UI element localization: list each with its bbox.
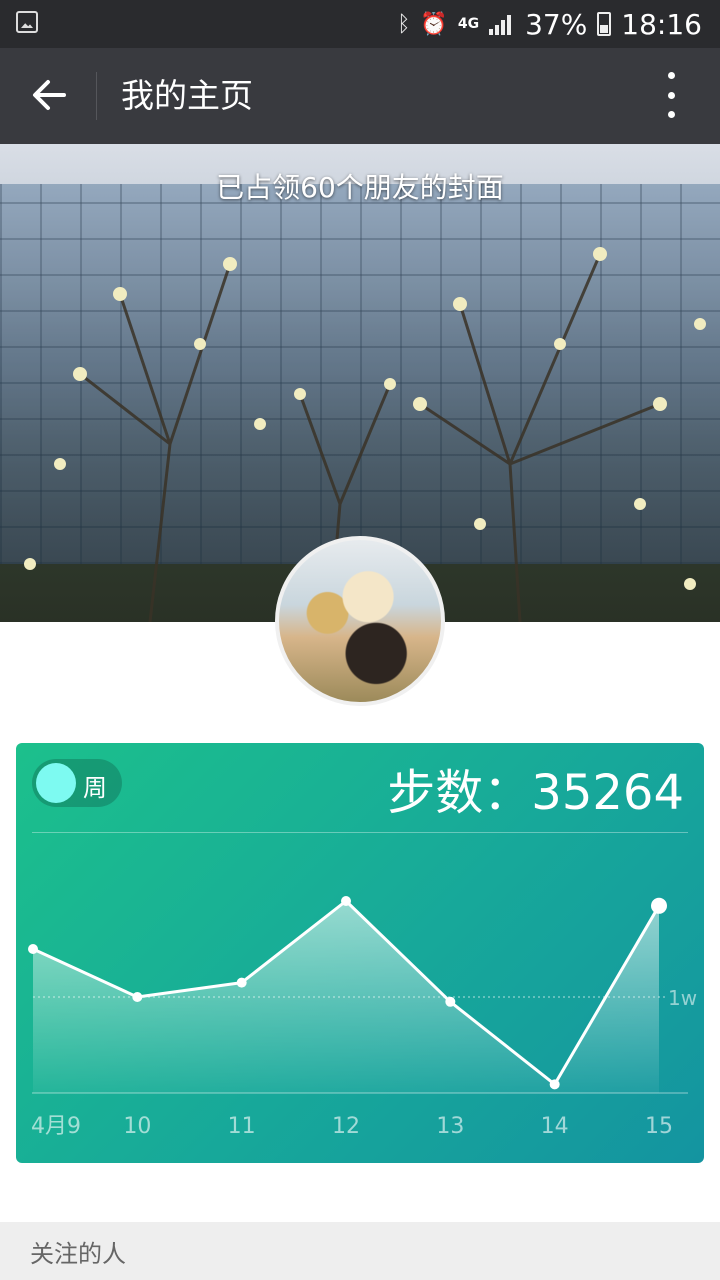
data-point: [341, 896, 351, 906]
clock-time: 18:16: [621, 7, 702, 41]
network-4g-icon: 4G: [457, 16, 480, 32]
data-point: [236, 977, 247, 988]
x-tick-label: 15: [645, 1114, 673, 1139]
x-tick-label: 14: [541, 1114, 569, 1139]
data-point: [132, 992, 143, 1002]
bluetooth-icon: ᛒ: [397, 11, 411, 37]
x-tick-label: 12: [332, 1114, 360, 1139]
avatar[interactable]: [275, 536, 445, 706]
back-button[interactable]: [26, 72, 72, 118]
status-bar: ᛒ ⏰ 4G 37% 18:16: [0, 0, 720, 48]
more-vertical-icon: [667, 72, 675, 79]
data-point: [549, 1079, 560, 1090]
image-notification-icon: [16, 11, 38, 33]
data-point: [445, 996, 456, 1007]
page-title: 我的主页: [121, 76, 253, 115]
step-card: 周 步数：35264 1w 4月9 10 11 12 13 14 15: [16, 743, 704, 1163]
step-line-chart: 1w 4月9 10 11 12 13 14 15: [28, 896, 697, 1139]
reference-line-label: 1w: [668, 986, 697, 1010]
battery-percent: 37%: [525, 7, 588, 41]
status-icons: ᛒ ⏰ 4G 37% 18:16: [397, 6, 702, 42]
alarm-icon: ⏰: [420, 11, 448, 37]
data-point: [28, 944, 38, 954]
app-bar: 我的主页: [0, 48, 720, 144]
x-tick-label: 10: [123, 1114, 151, 1139]
arrow-left-icon: [33, 80, 66, 110]
more-menu-button[interactable]: [656, 72, 686, 118]
data-point: [651, 897, 667, 914]
x-tick-label: 4月9: [31, 1114, 81, 1139]
x-tick-label: 11: [228, 1114, 256, 1139]
x-tick-label: 13: [436, 1114, 464, 1139]
app-bar-divider: [96, 72, 97, 120]
following-label: 关注的人: [30, 1240, 126, 1268]
following-section[interactable]: 关注的人: [0, 1222, 720, 1280]
signal-icon: [489, 13, 515, 35]
battery-icon: [597, 12, 612, 36]
cover-caption: 已占领60个朋友的封面: [216, 171, 504, 204]
